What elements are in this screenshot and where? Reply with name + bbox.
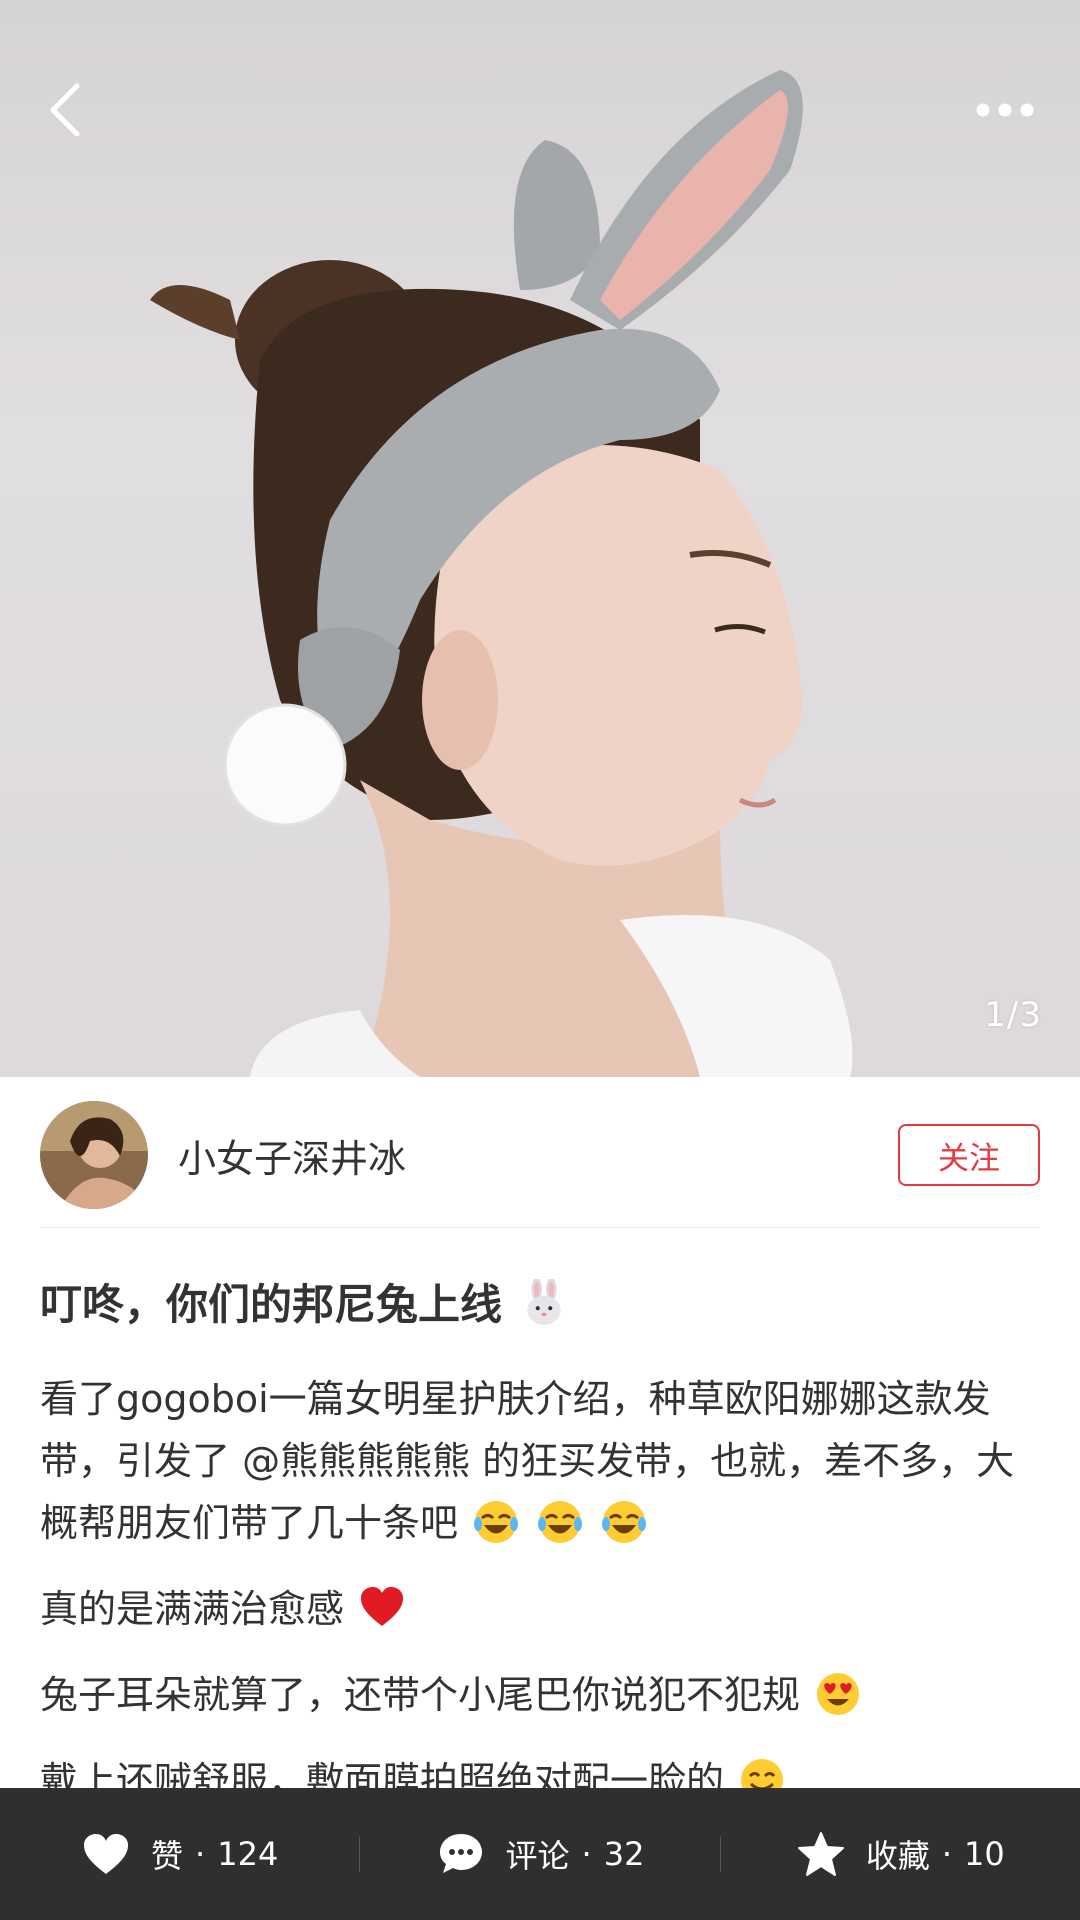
post-paragraph: 看了gogoboi一篇女明星护肤介绍，种草欧阳娜娜这款发带，引发了 @熊熊熊熊熊… bbox=[40, 1368, 1050, 1554]
post-detail-page: 1/3 小女子深井冰 关注 叮咚，你们的邦尼兔上线 看了gogoboi一篇女明星… bbox=[0, 0, 1080, 1920]
avatar[interactable] bbox=[40, 1101, 148, 1209]
rabbit-face-emoji bbox=[526, 1279, 561, 1325]
laughing-tears-emoji bbox=[602, 1501, 647, 1543]
image-page-indicator: 1/3 bbox=[984, 995, 1042, 1035]
post-title-text: 叮咚，你们的邦尼兔上线 bbox=[40, 1280, 503, 1329]
post-body: 看了gogoboi一篇女明星护肤介绍，种草欧阳娜娜这款发带，引发了 @熊熊熊熊熊… bbox=[40, 1368, 1050, 1836]
laughing-tears-emoji bbox=[474, 1501, 519, 1543]
comment-label: 评论 bbox=[505, 1837, 570, 1875]
heart-icon bbox=[81, 1829, 131, 1879]
more-button[interactable] bbox=[965, 85, 1045, 135]
divider bbox=[40, 1227, 1040, 1228]
back-button[interactable] bbox=[30, 70, 100, 150]
author-row: 小女子深井冰 关注 bbox=[40, 1100, 1040, 1210]
comment-button[interactable]: 评论 · 32 bbox=[360, 1788, 719, 1920]
author-avatar-image bbox=[40, 1101, 148, 1209]
bunny-headband-photo bbox=[150, 70, 853, 1077]
comment-bubble-icon bbox=[436, 1829, 486, 1879]
bottom-action-bar: 赞 · 124 评论 · 32 收藏 · 10 bbox=[0, 1788, 1080, 1920]
author-name[interactable]: 小女子深井冰 bbox=[178, 1128, 898, 1183]
collect-count: 10 bbox=[964, 1835, 1005, 1873]
post-title: 叮咚，你们的邦尼兔上线 bbox=[40, 1275, 1040, 1335]
post-image[interactable]: 1/3 bbox=[0, 0, 1080, 1077]
paragraph-text: 兔子耳朵就算了，还带个小尾巴你说犯不犯规 bbox=[40, 1673, 801, 1717]
chevron-left-icon bbox=[50, 83, 80, 137]
like-button[interactable]: 赞 · 124 bbox=[0, 1788, 359, 1920]
collect-button[interactable]: 收藏 · 10 bbox=[721, 1788, 1080, 1920]
post-paragraph: 兔子耳朵就算了，还带个小尾巴你说犯不犯规 bbox=[40, 1664, 1050, 1726]
collect-separator: · bbox=[941, 1835, 953, 1873]
red-heart-emoji bbox=[361, 1587, 404, 1626]
paragraph-text: 真的是满满治愈感 bbox=[40, 1587, 345, 1631]
heart-eyes-emoji bbox=[817, 1673, 860, 1715]
collect-label: 收藏 bbox=[865, 1837, 930, 1875]
star-icon bbox=[796, 1829, 846, 1879]
follow-button[interactable]: 关注 bbox=[898, 1124, 1040, 1186]
comment-count: 32 bbox=[603, 1835, 645, 1873]
like-label: 赞 bbox=[151, 1837, 184, 1875]
more-dots-icon bbox=[976, 103, 1034, 117]
paragraph-text: 看了gogoboi一篇女明星护肤介绍，种草欧阳娜娜这款发带，引发了 @熊熊熊熊熊… bbox=[40, 1377, 1015, 1545]
post-paragraph: 真的是满满治愈感 bbox=[40, 1578, 1050, 1640]
laughing-tears-emoji bbox=[538, 1501, 583, 1543]
comment-separator: · bbox=[581, 1835, 592, 1873]
like-count: 124 bbox=[217, 1835, 279, 1873]
like-separator: · bbox=[195, 1835, 206, 1873]
